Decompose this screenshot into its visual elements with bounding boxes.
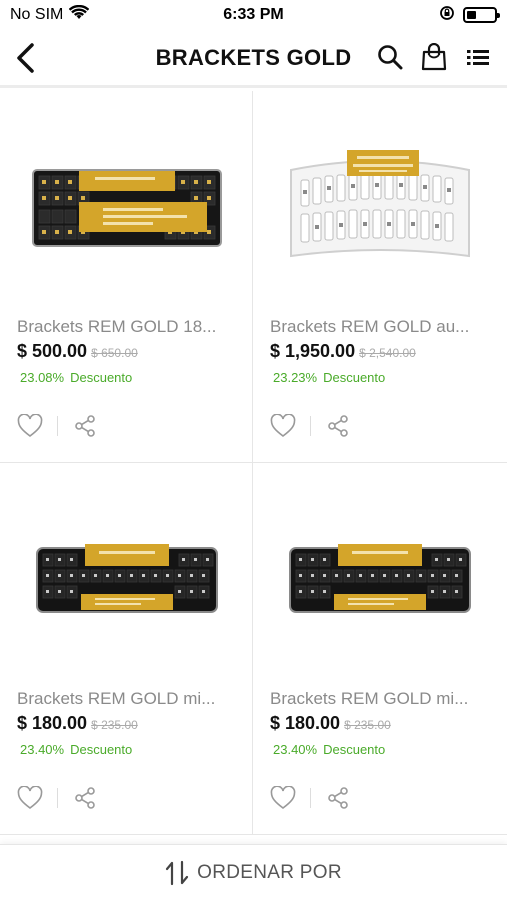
share-icon	[75, 415, 95, 437]
price-row: $ 180.00 $ 235.00	[270, 713, 391, 734]
app-header: BRACKETS GOLD	[0, 30, 507, 88]
product-card[interactable]: Brackets REM GOLD mi... $ 180.00 $ 235.0…	[0, 463, 253, 835]
bracket-tray-image	[290, 150, 470, 258]
discount-percent: 23.23%	[273, 370, 318, 385]
heart-icon	[17, 786, 43, 810]
price-row: $ 1,950.00 $ 2,540.00	[270, 341, 416, 362]
product-image[interactable]	[267, 113, 493, 303]
back-button[interactable]	[8, 40, 42, 76]
product-price: $ 180.00	[270, 713, 341, 733]
product-old-price: $ 235.00	[344, 718, 391, 732]
product-old-price: $ 650.00	[91, 346, 138, 360]
product-name[interactable]: Brackets REM GOLD mi...	[270, 689, 494, 709]
share-icon	[328, 415, 348, 437]
bracket-case-image	[32, 169, 222, 247]
share-button[interactable]	[72, 785, 98, 811]
battery-icon	[463, 7, 500, 23]
orientation-lock-icon	[439, 5, 455, 26]
shopping-bag-icon	[421, 43, 447, 71]
share-button[interactable]	[325, 785, 351, 811]
discount-info: 23.40% Descuento	[20, 742, 132, 757]
discount-label: Descuento	[323, 742, 386, 757]
favorite-button[interactable]	[17, 785, 43, 811]
product-card[interactable]: Brackets REM GOLD 18... $ 500.00 $ 650.0…	[0, 91, 253, 463]
discount-label: Descuento	[70, 370, 133, 385]
search-button[interactable]	[375, 42, 405, 72]
heart-icon	[270, 414, 296, 438]
card-actions	[17, 413, 98, 439]
sort-icon	[166, 860, 189, 885]
product-image[interactable]	[14, 485, 240, 675]
action-divider	[310, 416, 311, 436]
status-right	[439, 5, 500, 26]
product-image[interactable]	[14, 113, 240, 303]
bracket-case-image	[289, 544, 471, 613]
heart-icon	[17, 414, 43, 438]
favorite-button[interactable]	[270, 413, 296, 439]
carrier-label: No SIM	[10, 6, 64, 23]
action-divider	[57, 416, 58, 436]
discount-percent: 23.40%	[273, 742, 318, 757]
cart-button[interactable]	[419, 42, 449, 72]
card-actions	[17, 785, 98, 811]
bracket-case-image	[36, 544, 218, 613]
discount-info: 23.23% Descuento	[273, 370, 385, 385]
status-bar: No SIM 6:33 PM	[0, 0, 507, 30]
discount-info: 23.08% Descuento	[20, 370, 132, 385]
sort-label: ORDENAR POR	[197, 861, 342, 883]
sort-button[interactable]: ORDENAR POR	[0, 844, 507, 900]
list-view-button[interactable]	[463, 42, 493, 72]
product-name[interactable]: Brackets REM GOLD 18...	[17, 317, 241, 337]
card-actions	[270, 785, 351, 811]
product-price: $ 500.00	[17, 341, 88, 361]
chevron-left-icon	[17, 43, 34, 73]
share-button[interactable]	[72, 413, 98, 439]
list-icon	[467, 50, 489, 65]
price-row: $ 500.00 $ 650.00	[17, 341, 138, 362]
product-old-price: $ 235.00	[91, 718, 138, 732]
discount-label: Descuento	[70, 742, 133, 757]
discount-label: Descuento	[323, 370, 386, 385]
product-price: $ 180.00	[17, 713, 88, 733]
status-left: No SIM	[10, 4, 90, 26]
product-card[interactable]: Brackets REM GOLD mi... $ 180.00 $ 235.0…	[253, 463, 507, 835]
discount-percent: 23.08%	[20, 370, 65, 385]
favorite-button[interactable]	[270, 785, 296, 811]
discount-percent: 23.40%	[20, 742, 65, 757]
card-actions	[270, 413, 351, 439]
share-icon	[75, 787, 95, 809]
header-actions	[375, 42, 493, 72]
share-icon	[328, 787, 348, 809]
search-icon	[378, 45, 403, 70]
product-name[interactable]: Brackets REM GOLD mi...	[17, 689, 241, 709]
discount-info: 23.40% Descuento	[273, 742, 385, 757]
product-price: $ 1,950.00	[270, 341, 356, 361]
battery-fill	[467, 11, 477, 19]
product-image[interactable]	[267, 485, 493, 675]
product-name[interactable]: Brackets REM GOLD au...	[270, 317, 494, 337]
product-grid: Brackets REM GOLD 18... $ 500.00 $ 650.0…	[0, 91, 507, 835]
favorite-button[interactable]	[17, 413, 43, 439]
product-old-price: $ 2,540.00	[359, 346, 416, 360]
price-row: $ 180.00 $ 235.00	[17, 713, 138, 734]
share-button[interactable]	[325, 413, 351, 439]
heart-icon	[270, 786, 296, 810]
wifi-icon	[69, 4, 90, 26]
product-card[interactable]: Brackets REM GOLD au... $ 1,950.00 $ 2,5…	[253, 91, 507, 463]
action-divider	[57, 788, 58, 808]
action-divider	[310, 788, 311, 808]
